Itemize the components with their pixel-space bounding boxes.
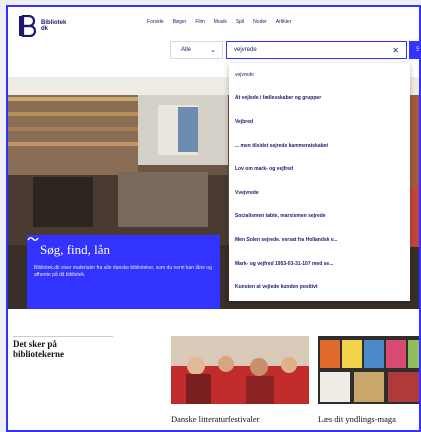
suggestion-item[interactable]: Vejbred bbox=[229, 110, 410, 134]
suggestion-item[interactable]: ... men tilsidst sejrede kammeratskabet bbox=[229, 134, 410, 158]
suggestion-item[interactable]: vejvrede bbox=[229, 63, 410, 87]
event-card-image[interactable] bbox=[318, 336, 419, 404]
site-logo[interactable]: Bibliotek dk bbox=[18, 14, 66, 38]
suggestion-item[interactable]: Vvejvrede bbox=[229, 181, 410, 205]
event-card-title[interactable]: Danske litteraturfestivaler bbox=[171, 414, 260, 424]
suggestion-item[interactable]: Socialismen tabte, marxismen sejrede bbox=[229, 205, 410, 229]
logo-line-2: dk bbox=[41, 26, 49, 32]
nav-forside[interactable]: Forside bbox=[147, 19, 164, 25]
hero-text-box: Søg, find, lån Bibliotek.dk viser materi… bbox=[27, 235, 220, 309]
events-heading: Det sker på bibliotekerne bbox=[13, 339, 64, 359]
search-input-value: vejvrede bbox=[234, 47, 257, 53]
suggestion-item[interactable]: Kunsten at vejlede kunden positivt bbox=[229, 275, 410, 299]
nav-spil[interactable]: Spil bbox=[236, 19, 244, 25]
search-input[interactable]: vejvrede ✕ bbox=[226, 41, 407, 59]
search-button-label: S bbox=[416, 47, 421, 53]
event-card-image[interactable] bbox=[171, 336, 309, 404]
category-select[interactable]: Alle ⌄ bbox=[170, 41, 223, 59]
events-section: Det sker på bibliotekerne Danske littera… bbox=[8, 309, 419, 430]
logo-wordmark: Bibliotek dk bbox=[41, 20, 66, 32]
nav-musik[interactable]: Musik bbox=[214, 19, 227, 25]
section-divider bbox=[13, 336, 113, 337]
nav-boger[interactable]: Bøger bbox=[173, 19, 187, 25]
hero-description: Bibliotek.dk viser materialer fra alle d… bbox=[34, 265, 212, 278]
logo-mark-icon bbox=[18, 14, 38, 38]
browser-viewport: Bibliotek dk Forside Bøger Film Musik Sp… bbox=[6, 5, 421, 432]
event-card-title[interactable]: Læs dit yndlings-maga bbox=[318, 414, 396, 424]
search-bar: Alle ⌄ vejvrede ✕ S bbox=[170, 41, 421, 59]
suggestion-item[interactable]: Lov om mark- og vejfred bbox=[229, 157, 410, 181]
hero-title-row: Søg, find, lån bbox=[27, 237, 213, 258]
magazines-photo bbox=[318, 336, 419, 404]
chevron-down-icon: ⌄ bbox=[210, 47, 216, 54]
close-icon[interactable]: ✕ bbox=[392, 46, 399, 55]
search-button[interactable]: S bbox=[409, 41, 421, 59]
nav-film[interactable]: Film bbox=[195, 19, 204, 25]
suggestion-item[interactable]: At vejlede i fællesskaber og grupper bbox=[229, 87, 410, 111]
hero-title: Søg, find, lån bbox=[40, 242, 111, 257]
search-suggestions: vejvrede At vejlede i fællesskaber og gr… bbox=[229, 63, 410, 301]
festival-photo bbox=[171, 336, 309, 404]
category-select-value: Alle bbox=[181, 47, 192, 53]
nav-noder[interactable]: Noder bbox=[253, 19, 267, 25]
nav-artikler[interactable]: Artikler bbox=[276, 19, 292, 25]
main-nav: Forside Bøger Film Musik Spil Noder Arti… bbox=[147, 19, 291, 25]
suggestion-item[interactable]: Mark- og vejfred 1953-03-31-107 med se..… bbox=[229, 252, 410, 276]
suggestion-item[interactable]: Men Solen sejrede. versat fra Hollandsk … bbox=[229, 228, 410, 252]
